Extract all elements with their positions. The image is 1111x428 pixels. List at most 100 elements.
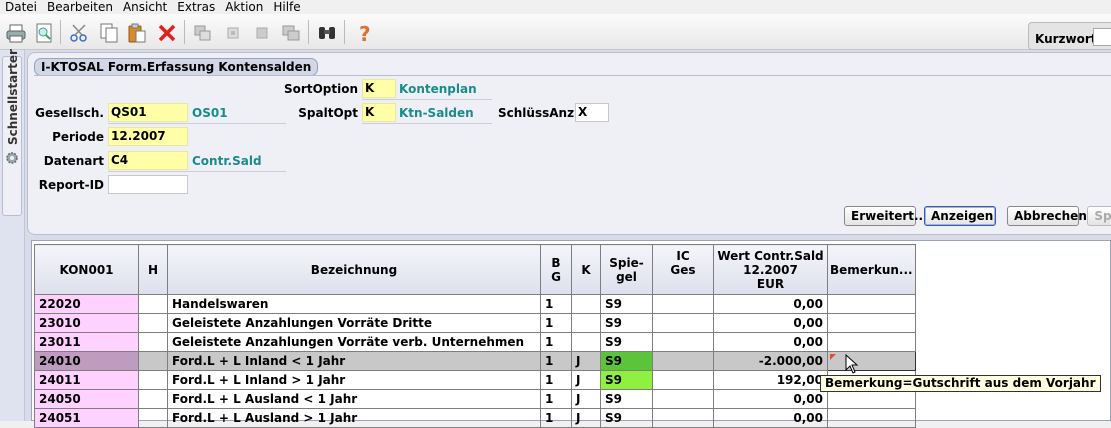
cell-bg[interactable]: 1 xyxy=(540,370,572,390)
cell-bezeichnung[interactable]: Geleistete Anzahlungen Vorräte verb. Unt… xyxy=(167,332,541,352)
cell-wert[interactable]: -2.000,00 xyxy=(713,351,828,371)
col-kon001[interactable]: KON001 xyxy=(34,244,139,295)
cell-wert[interactable]: 0,00 xyxy=(713,408,828,428)
col-bg[interactable]: BG xyxy=(540,244,572,295)
col-bemerkung[interactable]: Bemerkun... xyxy=(827,244,916,295)
ungroup-icon[interactable] xyxy=(220,20,246,46)
copy-icon[interactable] xyxy=(96,20,122,46)
menu-extras[interactable]: Extras xyxy=(172,0,220,14)
cell-spiegel[interactable]: S9 xyxy=(600,351,653,371)
cell-bg[interactable]: 1 xyxy=(540,408,572,428)
report-id-field[interactable] xyxy=(108,175,188,194)
cell-k[interactable]: J xyxy=(571,389,601,409)
cell-wert[interactable]: 0,00 xyxy=(713,332,828,352)
binoculars-icon[interactable] xyxy=(314,20,340,46)
cell-kon[interactable]: 24010 xyxy=(34,351,139,371)
cell-spiegel[interactable]: S9 xyxy=(600,313,653,333)
menu-bearbeiten[interactable]: Bearbeiten xyxy=(42,0,118,14)
cell-bezeichnung[interactable]: Geleistete Anzahlungen Vorräte Dritte xyxy=(167,313,541,333)
cell-ic[interactable] xyxy=(652,313,714,333)
cell-wert[interactable]: 0,00 xyxy=(713,389,828,409)
cell-h[interactable] xyxy=(138,408,168,428)
cut-icon[interactable] xyxy=(66,20,92,46)
table-row[interactable]: 24051 Ford.L + L Ausland > 1 Jahr 1 J S9… xyxy=(34,408,916,428)
menu-hilfe[interactable]: Hilfe xyxy=(268,0,305,14)
menu-datei[interactable]: Datei xyxy=(0,0,42,14)
cell-ic[interactable] xyxy=(652,332,714,352)
table-row-selected[interactable]: 24010 Ford.L + L Inland < 1 Jahr 1 J S9 … xyxy=(34,351,916,371)
cell-h[interactable] xyxy=(138,332,168,352)
cell-kon[interactable]: 24051 xyxy=(34,408,139,428)
print-preview-icon[interactable] xyxy=(31,20,57,46)
group-icon[interactable] xyxy=(190,20,216,46)
cell-h[interactable] xyxy=(138,370,168,390)
table-row[interactable]: 24050 Ford.L + L Ausland < 1 Jahr 1 J S9… xyxy=(34,389,916,409)
cell-bezeichnung[interactable]: Ford.L + L Ausland < 1 Jahr xyxy=(167,389,541,409)
delete-icon[interactable] xyxy=(154,20,180,46)
cell-h[interactable] xyxy=(138,389,168,409)
table-row[interactable]: 22020 Handelswaren 1 S9 0,00 xyxy=(34,294,916,314)
abbrechen-button[interactable]: Abbrechen xyxy=(1007,206,1087,226)
col-ic-ges[interactable]: IC Ges xyxy=(652,244,714,295)
cell-k[interactable]: J xyxy=(571,351,601,371)
cell-k[interactable]: J xyxy=(571,408,601,428)
datenart-field[interactable]: C4 xyxy=(108,151,188,170)
cell-ic[interactable] xyxy=(652,408,714,428)
table-row[interactable]: 23011 Geleistete Anzahlungen Vorräte ver… xyxy=(34,332,916,352)
window-icon[interactable] xyxy=(278,20,304,46)
cell-bg[interactable]: 1 xyxy=(540,294,572,314)
cell-bezeichnung[interactable]: Ford.L + L Ausland > 1 Jahr xyxy=(167,408,541,428)
printer-icon[interactable] xyxy=(3,20,29,46)
paste-icon[interactable] xyxy=(124,20,150,46)
cell-bemerkung[interactable] xyxy=(827,408,916,428)
help-icon[interactable]: ? xyxy=(352,20,378,46)
menu-ansicht[interactable]: Ansicht xyxy=(118,0,172,14)
erweitert-button[interactable]: Erweitert... xyxy=(844,206,928,226)
spaltopt-field[interactable]: K xyxy=(362,103,396,122)
cell-h[interactable] xyxy=(138,313,168,333)
cell-bg[interactable]: 1 xyxy=(540,389,572,409)
cell-k[interactable]: J xyxy=(571,370,601,390)
cell-kon[interactable]: 24050 xyxy=(34,389,139,409)
cell-ic[interactable] xyxy=(652,370,714,390)
cell-k[interactable] xyxy=(571,313,601,333)
sortoption-field[interactable]: K xyxy=(362,79,396,98)
cell-bezeichnung[interactable]: Ford.L + L Inland < 1 Jahr xyxy=(167,351,541,371)
col-k[interactable]: K xyxy=(571,244,601,295)
cell-ic[interactable] xyxy=(652,294,714,314)
cell-wert[interactable]: 0,00 xyxy=(713,294,828,314)
cell-kon[interactable]: 23011 xyxy=(34,332,139,352)
cell-ic[interactable] xyxy=(652,351,714,371)
cell-k[interactable] xyxy=(571,294,601,314)
cell-bg[interactable]: 1 xyxy=(540,351,572,371)
cell-kon[interactable]: 22020 xyxy=(34,294,139,314)
schnellstarter-tab[interactable]: Schnellstarter xyxy=(2,49,22,216)
cell-bemerkung[interactable] xyxy=(827,313,916,333)
cell-bemerkung[interactable] xyxy=(827,332,916,352)
cell-h[interactable] xyxy=(138,294,168,314)
kurzwort-input[interactable] xyxy=(1093,28,1111,46)
cell-bg[interactable]: 1 xyxy=(540,313,572,333)
cell-spiegel[interactable]: S9 xyxy=(600,332,653,352)
cell-bezeichnung[interactable]: Handelswaren xyxy=(167,294,541,314)
periode-field[interactable]: 12.2007 xyxy=(108,127,188,146)
cell-wert[interactable]: 192,00 xyxy=(713,370,828,390)
cell-k[interactable] xyxy=(571,332,601,352)
cell-bemerkung[interactable] xyxy=(827,389,916,409)
table-row[interactable]: 24011 Ford.L + L Inland > 1 Jahr 1 J S9 … xyxy=(34,370,916,390)
col-wert[interactable]: Wert Contr.Sald 12.2007 EUR xyxy=(713,244,828,295)
cell-spiegel[interactable]: S9 xyxy=(600,408,653,428)
anzeigen-button[interactable]: Anzeigen xyxy=(924,206,996,226)
cell-spiegel[interactable]: S9 xyxy=(600,294,653,314)
col-bezeichnung[interactable]: Bezeichnung xyxy=(167,244,541,295)
cell-spiegel[interactable]: S9 xyxy=(600,370,653,390)
cell-ic[interactable] xyxy=(652,389,714,409)
spe-button[interactable]: Spe xyxy=(1087,206,1111,226)
cell-kon[interactable]: 24011 xyxy=(34,370,139,390)
stop-icon[interactable] xyxy=(249,20,275,46)
schluessanz-field[interactable]: X xyxy=(575,103,609,122)
cell-wert[interactable]: 0,00 xyxy=(713,313,828,333)
cell-kon[interactable]: 23010 xyxy=(34,313,139,333)
cell-bemerkung-active[interactable] xyxy=(827,351,916,371)
gesellsch-field[interactable]: QS01 xyxy=(108,103,188,122)
